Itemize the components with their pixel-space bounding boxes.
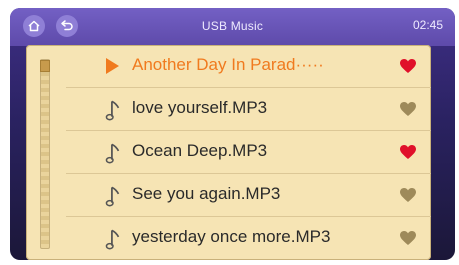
scrollbar-thumb[interactable]: [40, 60, 50, 72]
play-icon: [106, 58, 119, 74]
song-title: See you again.MP3: [132, 184, 281, 203]
favorite-heart-icon[interactable]: [399, 230, 417, 246]
playlist-scrollbar[interactable]: [40, 59, 50, 249]
playlist-panel: Another Day In Parad····· love yourself.M…: [26, 45, 431, 260]
playlist-item[interactable]: Another Day In Parad·····: [66, 45, 431, 88]
song-title: love yourself.MP3: [132, 98, 268, 117]
playlist: Another Day In Parad····· love yourself.M…: [66, 45, 431, 259]
favorite-heart-icon[interactable]: [399, 144, 417, 160]
clock: 02:45: [412, 18, 443, 32]
favorite-heart-icon[interactable]: [399, 101, 417, 117]
music-note-icon: [105, 143, 120, 164]
song-title: Another Day In Parad·····: [132, 55, 324, 74]
music-note-icon: [105, 229, 120, 250]
playlist-item[interactable]: love yourself.MP3: [66, 88, 431, 131]
music-note-icon: [105, 186, 120, 207]
playlist-item[interactable]: See you again.MP3: [66, 174, 431, 217]
song-title: Ocean Deep.MP3: [132, 141, 268, 160]
playlist-item[interactable]: Ocean Deep.MP3: [66, 131, 431, 174]
music-screen: USB Music 02:45 Another Day In Parad····…: [10, 8, 455, 260]
page-title: USB Music: [201, 19, 264, 33]
favorite-heart-icon[interactable]: [399, 187, 417, 203]
top-bar: USB Music 02:45: [10, 8, 455, 46]
favorite-heart-icon[interactable]: [399, 58, 417, 74]
song-title: yesterday once more.MP3: [132, 227, 331, 246]
music-note-icon: [105, 100, 120, 121]
playlist-item[interactable]: yesterday once more.MP3: [66, 217, 431, 259]
